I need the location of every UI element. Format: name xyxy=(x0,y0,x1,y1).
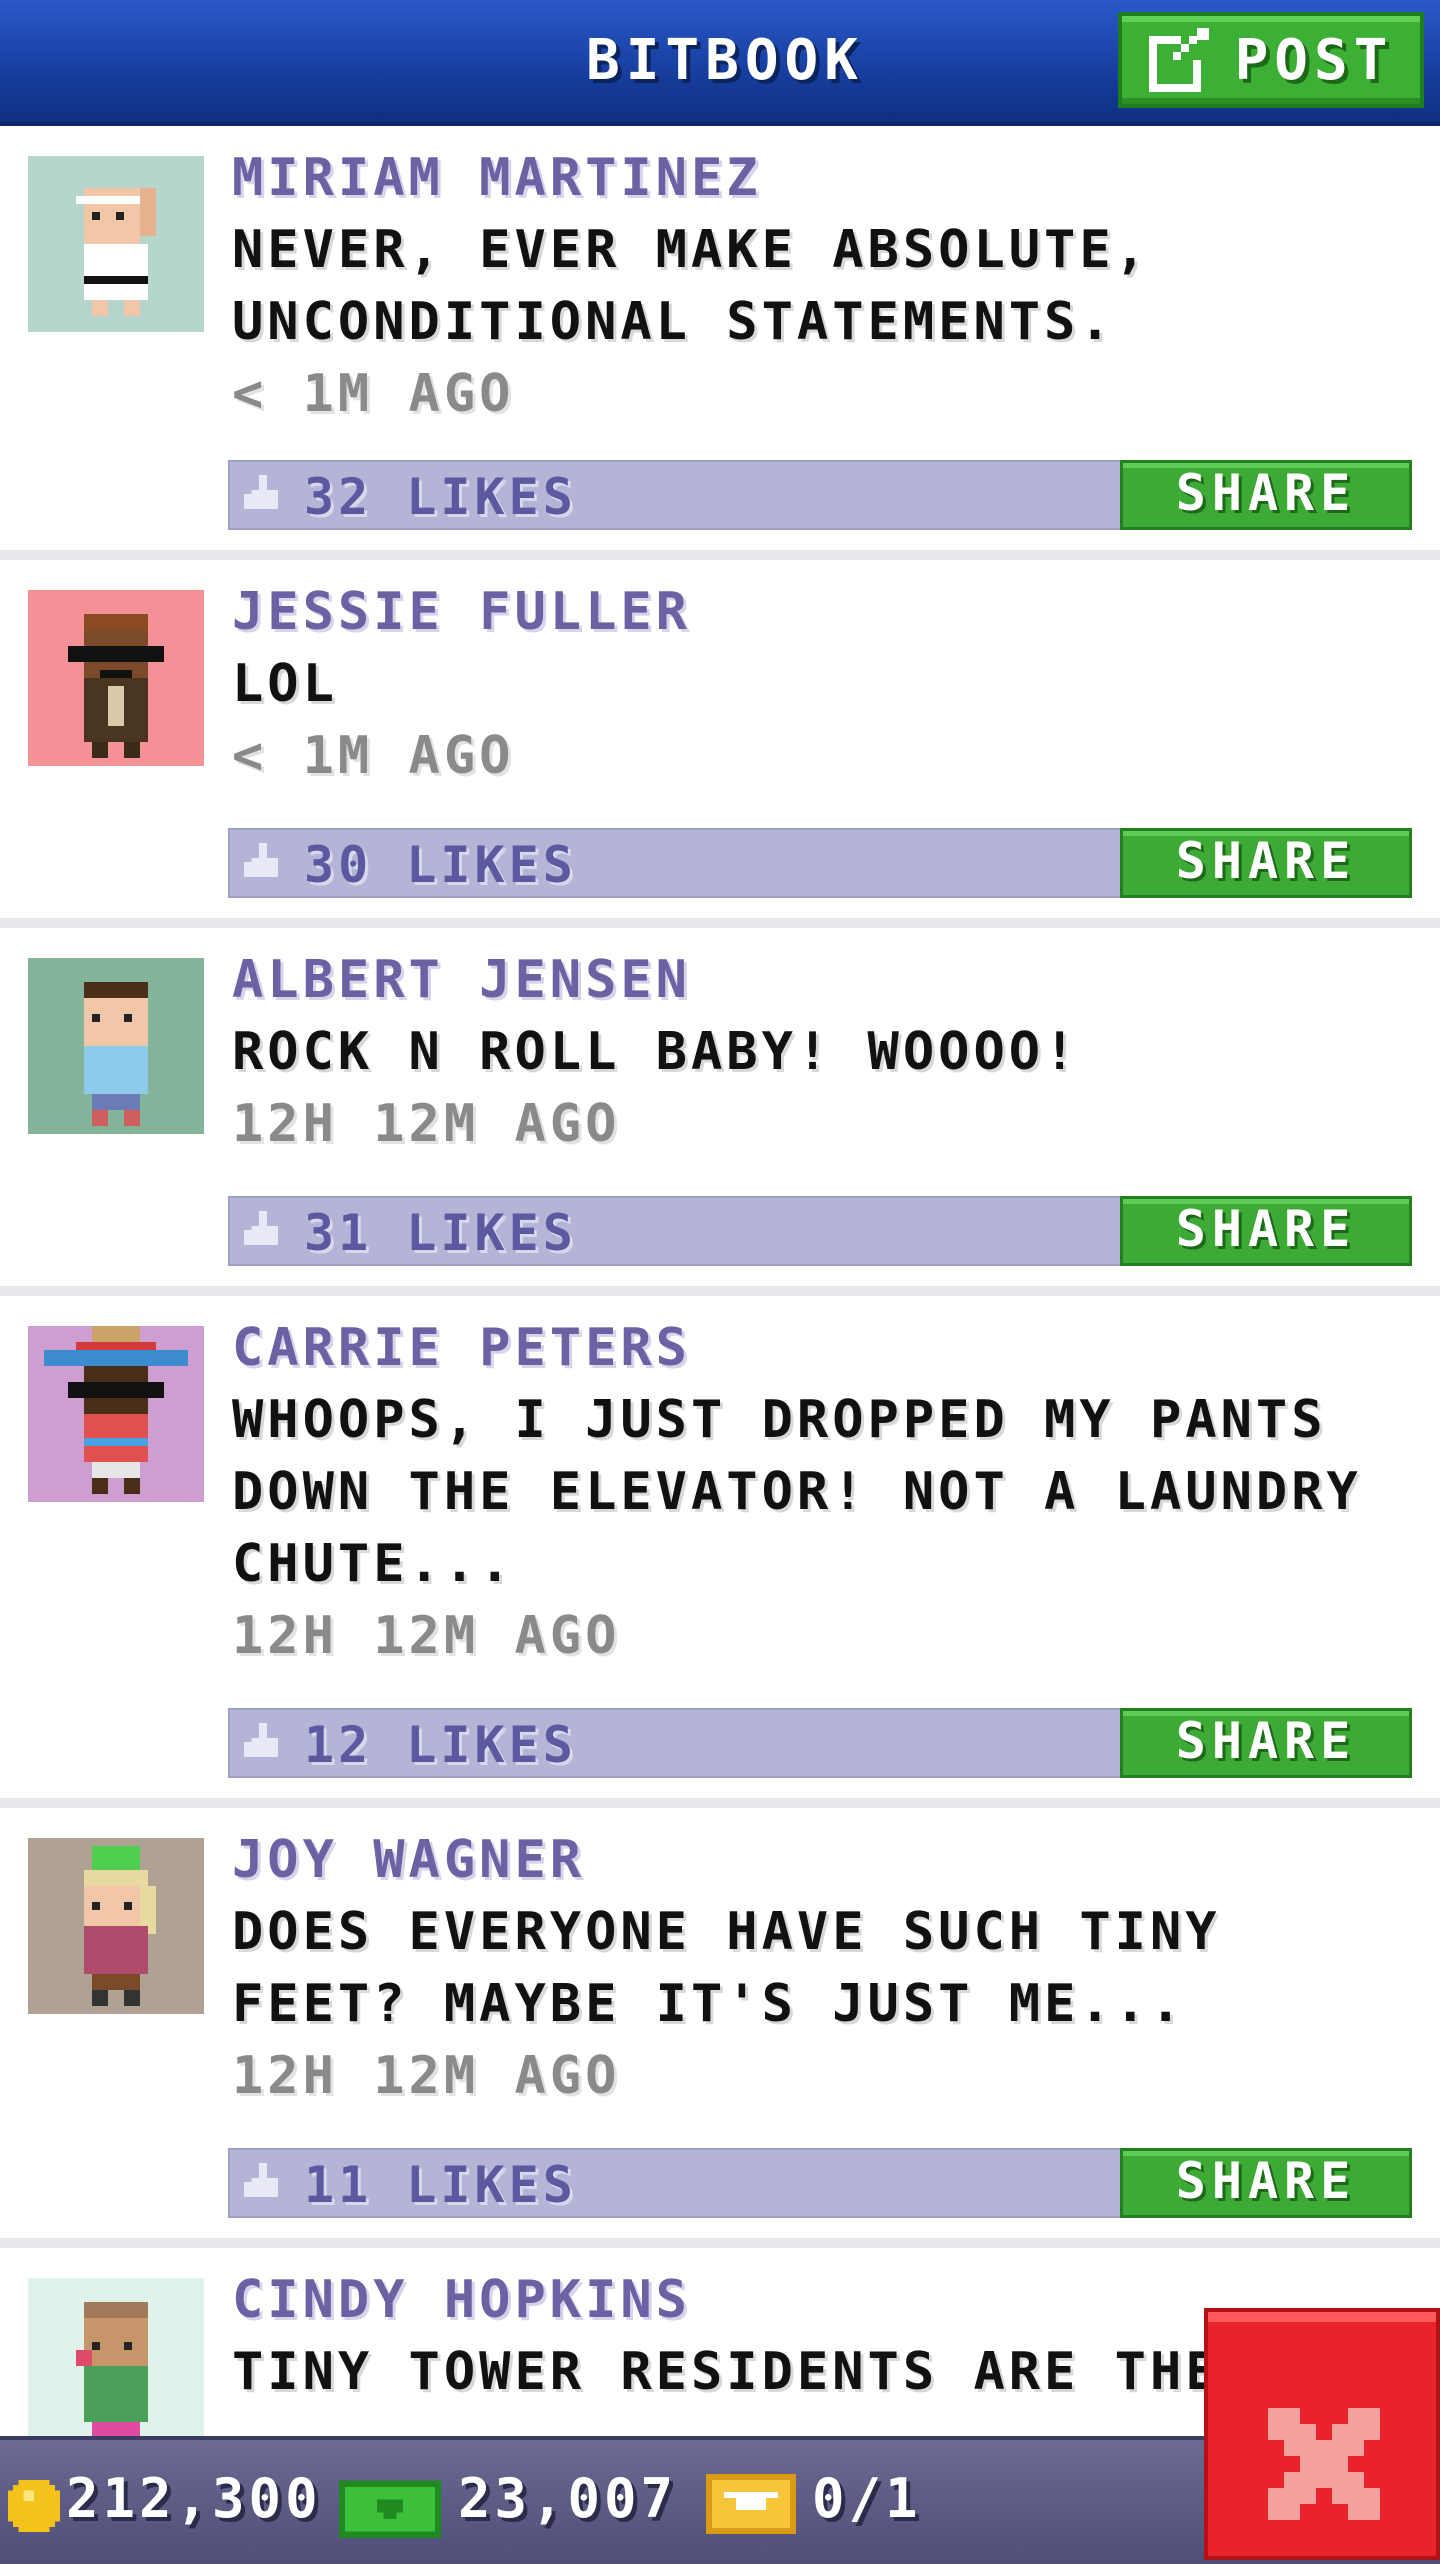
ticket-icon xyxy=(706,2474,796,2534)
list-item: JOY WAGNER DOES EVERYONE HAVE SUCH TINY … xyxy=(0,1808,1440,2248)
post-time: 12H 12M AGO xyxy=(232,1606,621,1666)
likes-bar: 30 LIKES SHARE xyxy=(228,828,1412,898)
list-item: MIRIAM MARTINEZ NEVER, EVER MAKE ABSOLUT… xyxy=(0,126,1440,560)
avatar xyxy=(28,156,204,332)
likes-bar: 11 LIKES SHARE xyxy=(228,2148,1412,2218)
avatar xyxy=(28,1326,204,1502)
avatar xyxy=(28,590,204,766)
thumbs-up-icon xyxy=(244,1211,279,1246)
likes-count: 30 LIKES xyxy=(304,836,577,894)
list-item: ALBERT JENSEN ROCK N ROLL BABY! WOOOO! 1… xyxy=(0,928,1440,1296)
share-button[interactable]: SHARE xyxy=(1120,1708,1412,1778)
post-author[interactable]: ALBERT JENSEN xyxy=(232,948,1412,1012)
coins-count: 212,300 xyxy=(66,2467,322,2530)
post-author[interactable]: CARRIE PETERS xyxy=(232,1316,1412,1380)
thumbs-up-icon xyxy=(244,843,279,878)
likes-bar: 12 LIKES SHARE xyxy=(228,1708,1412,1778)
thumbs-up-icon xyxy=(244,1723,279,1758)
share-button[interactable]: SHARE xyxy=(1120,828,1412,898)
feed-list: MIRIAM MARTINEZ NEVER, EVER MAKE ABSOLUT… xyxy=(0,126,1440,2548)
share-button[interactable]: SHARE xyxy=(1120,1196,1412,1266)
coin-icon xyxy=(8,2480,60,2532)
bux-count: 23,007 xyxy=(458,2467,678,2530)
post-message: ROCK N ROLL BABY! WOOOO! xyxy=(232,1022,1080,1082)
post-author[interactable]: MIRIAM MARTINEZ xyxy=(232,146,1412,210)
avatar xyxy=(28,958,204,1134)
post-message: NEVER, EVER MAKE ABSOLUTE, UNCONDITIONAL… xyxy=(232,220,1150,352)
post-message: LOL xyxy=(232,654,338,714)
post-message: WHOOPS, I JUST DROPPED MY PANTS DOWN THE… xyxy=(232,1390,1362,1594)
likes-count: 32 LIKES xyxy=(304,468,577,526)
post-button[interactable]: POST xyxy=(1118,12,1424,108)
post-author[interactable]: JOY WAGNER xyxy=(232,1828,1412,1892)
post-message: DOES EVERYONE HAVE SUCH TINY FEET? MAYBE… xyxy=(232,1902,1221,2034)
likes-count: 31 LIKES xyxy=(304,1204,577,1262)
likes-count: 12 LIKES xyxy=(304,1716,577,1774)
share-button[interactable]: SHARE xyxy=(1120,460,1412,530)
thumbs-up-icon xyxy=(244,2163,279,2198)
likes-count: 11 LIKES xyxy=(304,2156,577,2214)
avatar xyxy=(28,2278,204,2454)
likes-bar: 31 LIKES SHARE xyxy=(228,1196,1412,1266)
app-title: BITBOOK xyxy=(585,28,864,93)
app-header: BITBOOK POST xyxy=(0,0,1440,126)
bux-icon xyxy=(338,2480,442,2538)
likes-bar: 32 LIKES SHARE xyxy=(228,460,1412,530)
close-icon xyxy=(1268,2408,1380,2520)
tickets-count: 0/1 xyxy=(812,2467,922,2530)
compose-icon xyxy=(1148,28,1209,92)
list-item: JESSIE FULLER LOL < 1M AGO 30 LIKES SHAR… xyxy=(0,560,1440,928)
post-time: < 1M AGO xyxy=(232,726,515,786)
post-button-label: POST xyxy=(1234,27,1394,93)
post-time: < 1M AGO xyxy=(232,364,515,424)
post-author[interactable]: JESSIE FULLER xyxy=(232,580,1412,644)
share-button[interactable]: SHARE xyxy=(1120,2148,1412,2218)
post-time: 12H 12M AGO xyxy=(232,2046,621,2106)
thumbs-up-icon xyxy=(244,475,279,510)
post-time: 12H 12M AGO xyxy=(232,1094,621,1154)
list-item: CARRIE PETERS WHOOPS, I JUST DROPPED MY … xyxy=(0,1296,1440,1808)
close-button[interactable] xyxy=(1204,2308,1440,2560)
avatar xyxy=(28,1838,204,2014)
